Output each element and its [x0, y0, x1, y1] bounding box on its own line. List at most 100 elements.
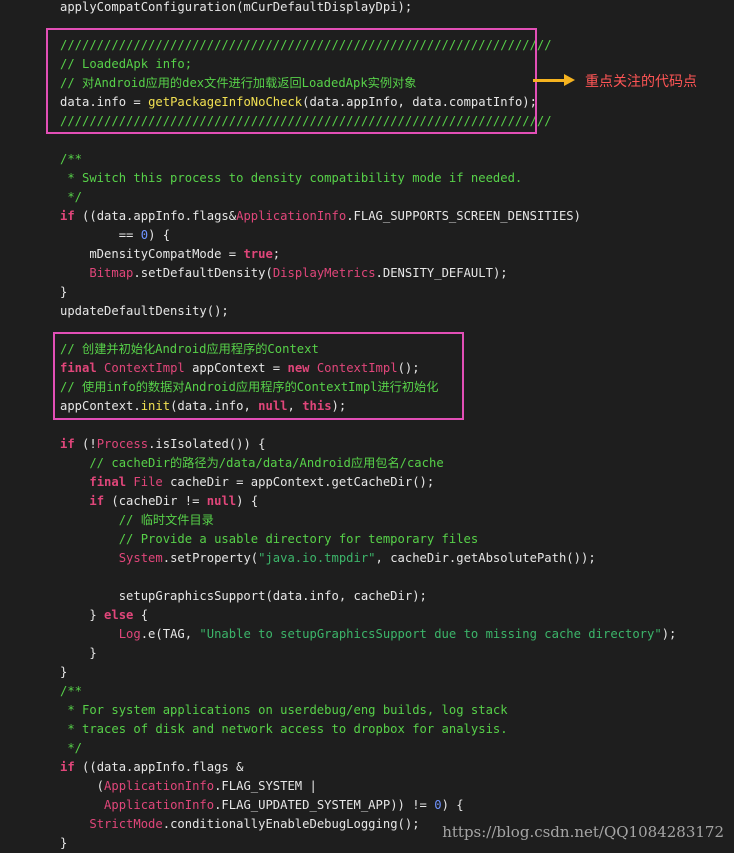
- code-line: if (!Process.isIsolated()) {: [60, 435, 265, 454]
- code-token: mDensityCompatMode =: [60, 247, 244, 261]
- code-line: * Switch this process to density compati…: [60, 169, 522, 188]
- code-token: */: [60, 190, 83, 204]
- code-line: final File cacheDir = appContext.getCach…: [60, 473, 434, 492]
- annotation-label: 重点关注的代码点: [585, 74, 697, 90]
- arrow-head-icon: [564, 74, 575, 86]
- code-line: ApplicationInfo.FLAG_UPDATED_SYSTEM_APP)…: [60, 796, 464, 815]
- code-token: applyCompatConfiguration(mCurDefaultDisp…: [60, 0, 413, 14]
- code-line: StrictMode.conditionallyEnableDebugLoggi…: [60, 815, 420, 834]
- code-token: if: [60, 760, 75, 774]
- code-token: }: [60, 608, 105, 622]
- code-token: ;: [272, 247, 281, 261]
- code-token: * traces of disk and network access to d…: [60, 722, 508, 736]
- code-token: .FLAG_UPDATED_SYSTEM_APP)) !=: [214, 798, 435, 812]
- code-line: }: [60, 283, 67, 302]
- code-line: updateDefaultDensity();: [60, 302, 229, 321]
- code-line: mDensityCompatMode = true;: [60, 245, 280, 264]
- code-line: Bitmap.setDefaultDensity(DisplayMetrics.…: [60, 264, 508, 283]
- code-token: );: [661, 627, 677, 641]
- code-token: final: [89, 475, 127, 489]
- code-token: cacheDir = appContext.getCacheDir();: [162, 475, 435, 489]
- code-token: DisplayMetrics: [272, 266, 376, 280]
- code-token: .isIsolated()) {: [148, 437, 266, 451]
- code-line: Log.e(TAG, "Unable to setupGraphicsSuppo…: [60, 625, 677, 644]
- code-token: ((data.appInfo.flags &: [74, 760, 244, 774]
- code-line: if ((data.appInfo.flags&ApplicationInfo.…: [60, 207, 581, 226]
- code-token: true: [243, 247, 273, 261]
- code-token: }: [60, 285, 68, 299]
- code-token: , cacheDir.getAbsolutePath());: [375, 551, 596, 565]
- code-token: Bitmap: [89, 266, 134, 280]
- code-line: // Provide a usable directory for tempor…: [60, 530, 479, 549]
- code-token: .FLAG_SUPPORTS_SCREEN_DENSITIES): [346, 209, 581, 223]
- code-token: StrictMode: [89, 817, 163, 831]
- code-token: if: [60, 209, 75, 223]
- code-line: System.setProperty("java.io.tmpdir", cac…: [60, 549, 596, 568]
- code-token: ) {: [148, 228, 171, 242]
- code-token: .DENSITY_DEFAULT);: [375, 266, 508, 280]
- code-token: ApplicationInfo: [104, 798, 215, 812]
- code-token: * For system applications on userdebug/e…: [60, 703, 508, 717]
- code-line: // 临时文件目录: [60, 511, 214, 530]
- code-line: }: [60, 834, 67, 853]
- highlight-box-context-impl: [53, 332, 464, 420]
- code-line: if ((data.appInfo.flags &: [60, 758, 243, 777]
- code-line: */: [60, 188, 82, 207]
- code-token: Process: [96, 437, 149, 451]
- code-token: (: [60, 779, 105, 793]
- code-token: .conditionallyEnableDebugLogging();: [162, 817, 420, 831]
- code-token: // 临时文件目录: [60, 513, 214, 527]
- code-line: setupGraphicsSupport(data.info, cacheDir…: [60, 587, 427, 606]
- code-token: 0: [140, 228, 149, 242]
- code-line: }: [60, 644, 97, 663]
- code-token: null: [206, 494, 237, 508]
- code-token: }: [60, 665, 68, 679]
- code-line: }: [60, 663, 67, 682]
- code-token: .FLAG_SYSTEM |: [214, 779, 317, 793]
- code-token: /**: [60, 684, 83, 698]
- code-token: "java.io.tmpdir": [258, 551, 376, 565]
- watermark: https://blog.csdn.net/QQ1084283172: [442, 823, 724, 841]
- code-token: "Unable to setupGraphicsSupport due to m…: [199, 627, 662, 641]
- code-token: System: [118, 551, 163, 565]
- code-token: // cacheDir的路径为/data/data/Android应用包名/ca…: [60, 456, 444, 470]
- code-token: setupGraphicsSupport(data.info, cacheDir…: [60, 589, 427, 603]
- code-token: updateDefaultDensity();: [60, 304, 229, 318]
- code-line: /**: [60, 682, 82, 701]
- code-token: ApplicationInfo: [104, 779, 215, 793]
- code-token: File: [133, 475, 163, 489]
- code-token: .setProperty(: [162, 551, 259, 565]
- code-token: .e(TAG,: [140, 627, 200, 641]
- code-token: */: [60, 741, 83, 755]
- code-token: Log: [118, 627, 141, 641]
- code-token: (cacheDir !=: [104, 494, 207, 508]
- highlight-box-package-info: [46, 28, 537, 134]
- code-line: == 0) {: [60, 226, 170, 245]
- code-token: /**: [60, 152, 83, 166]
- code-token: ==: [60, 228, 141, 242]
- code-token: .setDefaultDensity(: [133, 266, 273, 280]
- code-token: ApplicationInfo: [236, 209, 347, 223]
- code-line: if (cacheDir != null) {: [60, 492, 258, 511]
- code-token: (!: [74, 437, 97, 451]
- code-token: ) {: [441, 798, 464, 812]
- code-token: }: [60, 646, 97, 660]
- code-line: // cacheDir的路径为/data/data/Android应用包名/ca…: [60, 454, 444, 473]
- arrow-icon: [533, 79, 567, 82]
- code-line: * traces of disk and network access to d…: [60, 720, 508, 739]
- code-line: /**: [60, 150, 82, 169]
- code-line: * For system applications on userdebug/e…: [60, 701, 508, 720]
- code-token: else: [104, 608, 134, 622]
- code-token: ) {: [236, 494, 259, 508]
- code-token: * Switch this process to density compati…: [60, 171, 523, 185]
- code-token: 0: [434, 798, 442, 812]
- code-token: ((data.appInfo.flags&: [74, 209, 237, 223]
- code-line: (ApplicationInfo.FLAG_SYSTEM |: [60, 777, 317, 796]
- code-token: // Provide a usable directory for tempor…: [60, 532, 479, 546]
